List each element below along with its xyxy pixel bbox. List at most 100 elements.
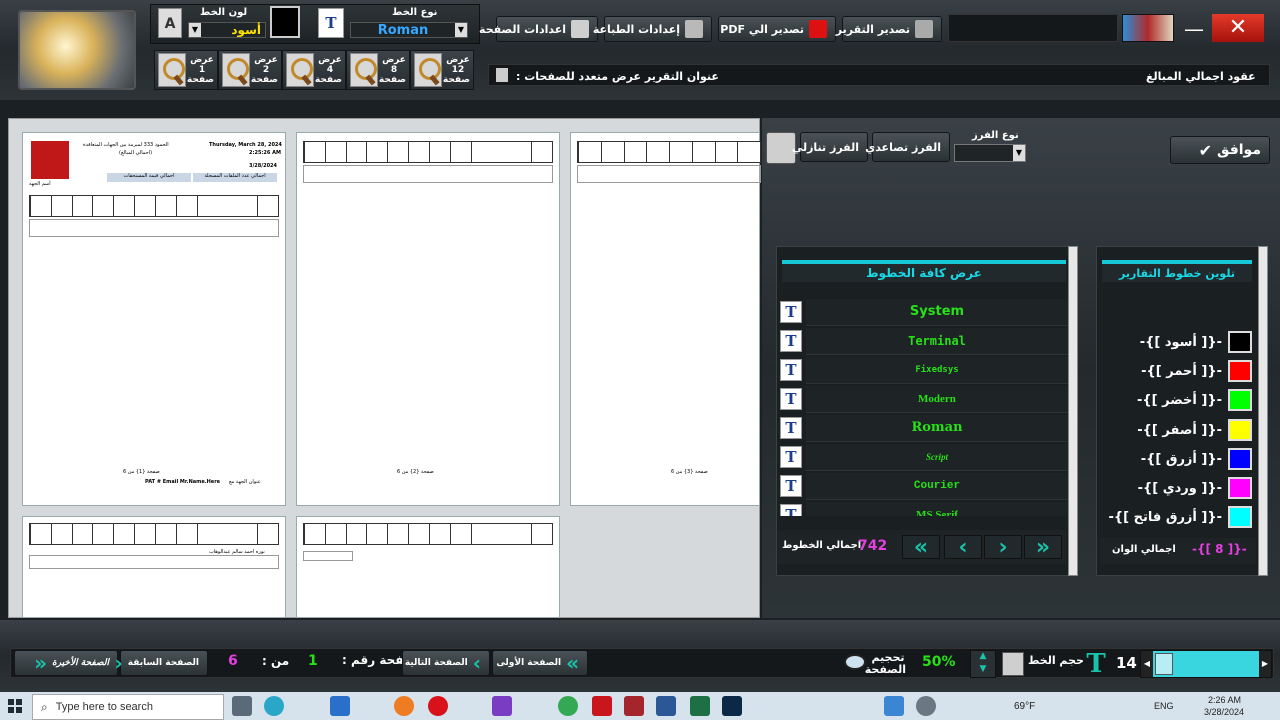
color-item-green[interactable]: -{[ أخضر ]}- (1104, 388, 1252, 412)
mail-icon[interactable] (330, 696, 350, 716)
color-item-black[interactable]: -{[ أسود ]}- (1104, 330, 1252, 354)
fonts-prev-button[interactable]: ‹ (944, 535, 982, 560)
label-total-files: اجمالي عدد الملفات المسجلة (193, 173, 277, 182)
color-item-blue[interactable]: -{[ أزرق ]}- (1104, 447, 1252, 471)
taskbar-search-box[interactable]: ⌕ Type here to search (32, 694, 224, 720)
chevron-right-icon: › (472, 651, 481, 675)
color-item-pink[interactable]: -{[ وردي ]}- (1104, 476, 1252, 500)
color-swatch-light-blue (1228, 506, 1252, 528)
weather-text[interactable]: 69°F (1014, 701, 1035, 712)
page-footer: صفحة {2} من 6 (397, 469, 434, 475)
report-page-3: صفحة {3} من 6 (570, 132, 761, 506)
page-settings-button[interactable]: اعدادات الصفحة (479, 16, 598, 42)
close-button[interactable]: ✕ (1212, 14, 1264, 42)
lang-indicator[interactable]: ENG (1154, 701, 1174, 711)
colors-total-value: -{[ 8 ]}- (1192, 542, 1247, 556)
taskbar-time[interactable]: 2:26 AM (1208, 695, 1241, 705)
colors-scrollbar[interactable] (1258, 246, 1268, 576)
color-item-yellow[interactable]: -{[ أصفر ]}- (1104, 418, 1252, 442)
font-item-fixedsys[interactable]: T Fixedsys (780, 356, 1068, 384)
sort-type-select[interactable]: ▼ (954, 144, 1026, 162)
fonts-list[interactable]: T System T Terminal T Fixedsys T Modern T Rom… (780, 296, 1068, 516)
prev-page-button[interactable]: الصفحة السابقة ‹ (115, 650, 208, 676)
first-page-button[interactable]: » الصفحة الأولى (492, 650, 588, 676)
page-zoom-label: تحجيم الصفحة (864, 651, 906, 676)
font-color-select[interactable]: ▼ أسود (188, 22, 266, 38)
access-icon[interactable] (624, 696, 644, 716)
zoom-stepper[interactable]: ▲ ▼ (970, 650, 996, 678)
fonts-scrollbar[interactable] (1068, 246, 1078, 576)
chevron-up-icon[interactable]: ▲ (971, 651, 995, 664)
sort-ascending-button[interactable]: الفرز تصاعدي (865, 132, 950, 162)
font-item-courier[interactable]: T Courier (780, 472, 1068, 500)
chevron-down-icon: ▼ (1013, 145, 1025, 161)
total-pages-value: 6 (228, 653, 238, 669)
zoom-12-page-button[interactable]: عرض 12 صفحة (410, 50, 474, 90)
font-size-slider[interactable]: ◀ ▶ (1140, 650, 1272, 678)
opera-icon[interactable] (428, 696, 448, 716)
zoom-8-page-button[interactable]: عرض 8 صفحة (346, 50, 410, 90)
report-table-header (577, 141, 761, 163)
report-title-icon (496, 68, 508, 82)
word-icon[interactable] (656, 696, 676, 716)
chevron-down-icon[interactable]: ▼ (971, 664, 995, 677)
chrome-icon[interactable] (558, 696, 578, 716)
zoom-4-page-button[interactable]: عرض 4 صفحة (282, 50, 346, 90)
vs-icon[interactable] (492, 696, 512, 716)
export-report-button[interactable]: تصدير التقرير (836, 16, 942, 42)
minimize-button[interactable]: — (1180, 16, 1208, 42)
zoom-1-page-button[interactable]: عرض 1 صفحة (154, 50, 218, 90)
font-name: Script (806, 443, 1068, 471)
settings-icon[interactable] (916, 696, 936, 716)
report-header-line1: الحمود 333 لمبرمة بين الجهات المتعاقدة (83, 142, 169, 148)
excel-icon[interactable] (690, 696, 710, 716)
taskbar-date[interactable]: 3/28/2024 (1204, 707, 1244, 717)
color-item-red[interactable]: -{[ أحمر ]}- (1104, 359, 1252, 383)
last-page-label: الصفحة الأخيرة (52, 658, 109, 668)
title-bar-blank (948, 14, 1118, 42)
font-color-swatch[interactable] (270, 6, 300, 38)
slider-left-arrow[interactable]: ◀ (1141, 651, 1153, 677)
windows-start-icon[interactable] (8, 699, 22, 713)
app-taskbar-icon[interactable] (884, 696, 904, 716)
photoshop-icon[interactable] (722, 696, 742, 716)
fonts-first-button[interactable]: » (1024, 534, 1062, 560)
report-date: Thursday, March 28, 2024 (209, 142, 282, 148)
font-item-system[interactable]: T System (780, 298, 1068, 326)
last-page-button[interactable]: الصفحة الأخيرة « (14, 650, 118, 676)
zoom-2-page-button[interactable]: عرض 2 صفحة (218, 50, 282, 90)
fonts-last-button[interactable]: « (902, 535, 940, 560)
task-view-icon[interactable] (232, 696, 252, 716)
font-item-terminal[interactable]: T Terminal (780, 327, 1068, 355)
slider-right-arrow[interactable]: ▶ (1259, 651, 1271, 677)
report-page-5 (296, 516, 560, 618)
report-page-2: صفحة {2} من 6 (296, 132, 560, 506)
slider-thumb[interactable] (1155, 653, 1173, 675)
edge-icon[interactable] (264, 696, 284, 716)
font-icon: T (780, 359, 802, 381)
font-icon: T (780, 301, 802, 323)
export-pdf-button[interactable]: تصدير الي PDF (718, 16, 836, 42)
font-type-select[interactable]: Roman ▼ (350, 22, 468, 38)
font-item-script[interactable]: T Script (780, 443, 1068, 471)
color-swatch-pink (1228, 477, 1252, 499)
next-page-label: الصفحة التالية (404, 658, 468, 668)
firefox-icon[interactable] (394, 696, 414, 716)
font-item-roman[interactable]: T Roman (780, 414, 1068, 442)
color-swatch-black (1228, 331, 1252, 353)
font-item-ms-serif[interactable]: T MS Serif (780, 501, 1068, 516)
sort-type-label: نوع الفرز (972, 130, 1019, 141)
sort-descending-button[interactable]: الفرز تنازلي (792, 132, 868, 162)
font-icon: T (780, 388, 802, 410)
next-page-button[interactable]: › الصفحة التالية (402, 650, 490, 676)
fonts-next-button[interactable]: › (984, 535, 1022, 560)
ok-button[interactable]: موافق ✔ (1170, 136, 1270, 164)
double-chevron-right-icon: » (1035, 534, 1051, 560)
acrobat-icon[interactable] (592, 696, 612, 716)
font-item-modern[interactable]: T Modern (780, 385, 1068, 413)
entity-label: أسم الجهة (29, 181, 51, 187)
font-size-label: حجم الخط (1028, 654, 1084, 667)
color-item-light-blue[interactable]: -{[ أزرق فاتح ]}- (1104, 505, 1252, 529)
print-settings-button[interactable]: إعدادات الطباعة (593, 16, 712, 42)
colors-panel-title: تلوين خطوط التقارير (1102, 260, 1252, 282)
